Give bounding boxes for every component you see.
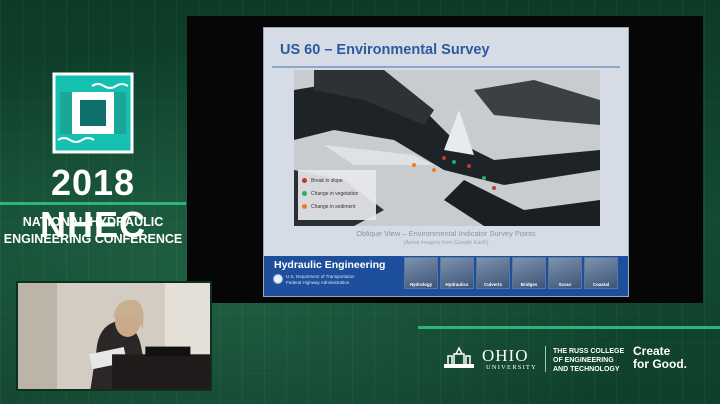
- conference-year: 2018: [50, 162, 136, 203]
- topic-thumbnails: Hydrology Hydraulics Culverts Bridges Sc…: [404, 257, 618, 289]
- thumbnail-hydraulics: Hydraulics: [440, 257, 474, 289]
- thumbnail-label: Bridges: [520, 282, 538, 287]
- thumbnail-hydrology: Hydrology: [404, 257, 438, 289]
- thumbnail-culverts: Culverts: [476, 257, 510, 289]
- tagline: Create for Good.: [633, 345, 687, 371]
- speaker-video: [16, 281, 212, 391]
- nhec-logo: [52, 72, 134, 154]
- legend-label: Change in sediment: [311, 203, 356, 210]
- dot-seal-icon: [273, 274, 283, 284]
- thumbnail-label: Coastal: [592, 282, 610, 287]
- title-rule: [0, 202, 186, 205]
- slide-footer: Hydraulic Engineering U.S. Department of…: [264, 256, 628, 296]
- footer-org-line2: Federal Highway Administration: [286, 280, 350, 285]
- thumbnail-label: Hydrology: [409, 282, 433, 287]
- legend-label: Break in slope: [311, 177, 343, 184]
- russ-college-name: THE RUSS COLLEGE OF ENGINEERING AND TECH…: [553, 347, 624, 374]
- russ-college-line1: THE RUSS COLLEGE: [553, 348, 625, 355]
- ohio-university-seal-icon: [442, 346, 476, 370]
- legend-item: Change in sediment: [302, 200, 372, 213]
- thumbnail-label: Culverts: [483, 282, 502, 287]
- legend-label: Change in vegetation: [311, 190, 359, 197]
- conference-name-line1: NATIONAL HYDRAULIC: [22, 215, 164, 229]
- presentation-slide: US 60 – Environmental Survey Break in sl…: [263, 27, 629, 297]
- thumbnail-label: Hydraulics: [445, 282, 469, 287]
- legend-item: Break in slope: [302, 174, 372, 187]
- conference-name-line2: ENGINEERING CONFERENCE: [3, 232, 183, 246]
- slide-caption: Oblique View – Environmental Indicator S…: [356, 229, 536, 238]
- footer-title: Hydraulic Engineering: [274, 259, 386, 271]
- legend-dot: [302, 178, 307, 183]
- conference-name: NATIONAL HYDRAULIC ENGINEERING CONFERENC…: [0, 214, 186, 248]
- thumbnail-scour: Scour: [548, 257, 582, 289]
- thumbnail-label: Scour: [558, 282, 572, 287]
- legend-item: Change in vegetation: [302, 187, 372, 200]
- thumbnail-coastal: Coastal: [584, 257, 618, 289]
- legend-dot: [302, 191, 307, 196]
- slide-title-rule: [272, 66, 620, 68]
- slide-subcaption: (Aerial imagery from Google Earth): [403, 240, 489, 246]
- thumbnail-bridges: Bridges: [512, 257, 546, 289]
- footer-org: U.S. Department of Transportation Federa…: [286, 274, 355, 286]
- ohio-university-sub: UNIVERSITY: [486, 364, 537, 371]
- slide-title: US 60 – Environmental Survey: [280, 42, 490, 58]
- russ-college-line2: OF ENGINEERING: [553, 357, 614, 364]
- footer-rule: [418, 326, 720, 329]
- sponsor-divider: [545, 346, 546, 372]
- map-legend: Break in slope Change in vegetation Chan…: [298, 170, 376, 220]
- ohio-university-name: OHIO: [482, 346, 529, 365]
- russ-college-line3: AND TECHNOLOGY: [553, 366, 620, 373]
- tagline-line2: for Good.: [633, 357, 687, 371]
- legend-dot: [302, 204, 307, 209]
